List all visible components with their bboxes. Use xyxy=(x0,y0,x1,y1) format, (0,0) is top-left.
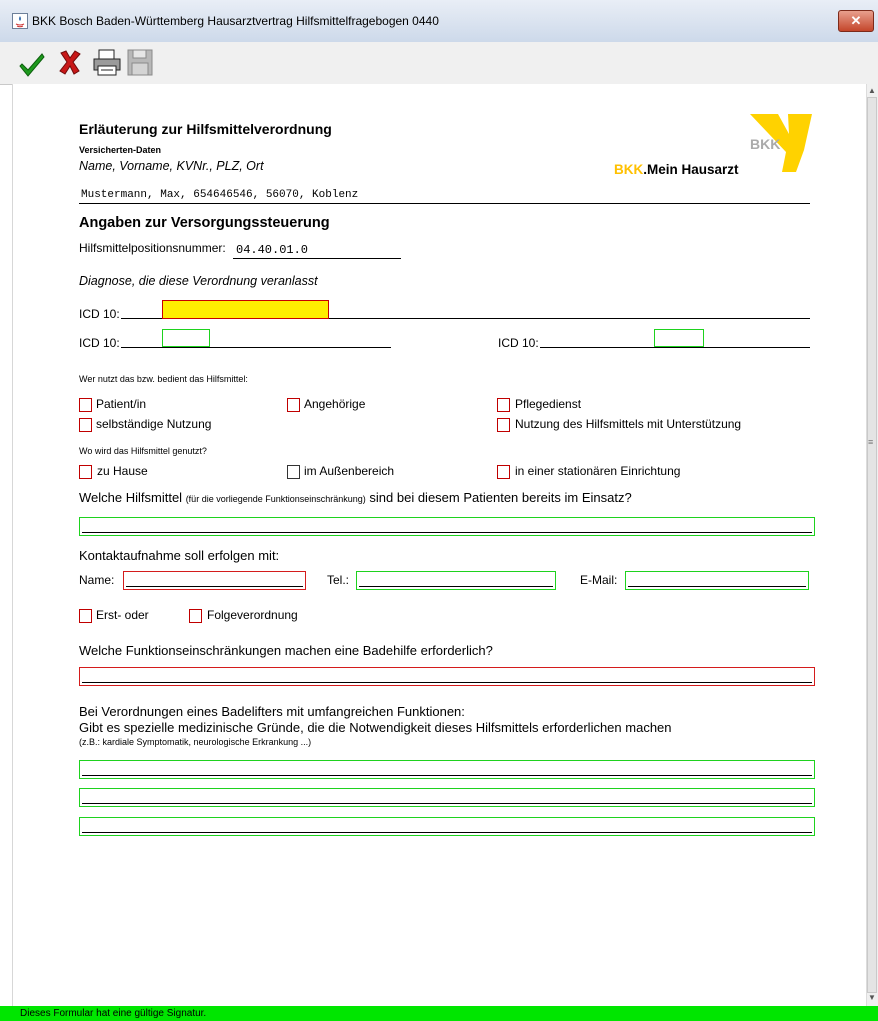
aids-question-part1: Welche Hilfsmittel xyxy=(79,490,186,505)
aids-in-use-question: Welche Hilfsmittel (für die vorliegende … xyxy=(79,490,632,505)
checkbox-first-prescription[interactable] xyxy=(79,609,92,623)
checkbox-patient-label: Patient/in xyxy=(96,397,147,411)
checkbox-follow-prescription-label: Folgeverordnung xyxy=(207,608,298,622)
position-number-line xyxy=(233,258,401,259)
aids-question-part3: sind bei diesem Patienten bereits im Ein… xyxy=(365,490,632,505)
printer-icon xyxy=(93,49,121,76)
diagnosis-label: Diagnose, die diese Verordnung veranlass… xyxy=(79,274,318,288)
window-title: BKK Bosch Baden-Württemberg Hausarztvert… xyxy=(32,14,439,28)
brand-prefix: BKK xyxy=(614,162,644,177)
checkbox-outdoor[interactable] xyxy=(287,465,300,479)
aids-in-use-field[interactable] xyxy=(79,517,815,536)
checkbox-at-home-label: zu Hause xyxy=(97,464,148,478)
brand-suffix: .Mein Hausarzt xyxy=(643,162,739,177)
icd-label-2: ICD 10: xyxy=(79,336,120,350)
scrollbar-grip-icon: ≡ xyxy=(868,437,874,447)
signature-status-text: Dieses Formular hat eine gültige Signatu… xyxy=(20,1008,207,1019)
medical-reasons-field-3[interactable] xyxy=(79,817,815,836)
checkbox-independent-use[interactable] xyxy=(79,418,92,432)
disk-icon xyxy=(127,49,153,76)
checkbox-relatives[interactable] xyxy=(287,398,300,412)
checkbox-supported-use[interactable] xyxy=(497,418,510,432)
function-limitations-question: Welche Funktionseinschränkungen machen e… xyxy=(79,643,493,658)
icd-line-2 xyxy=(121,347,391,348)
java-app-icon xyxy=(12,13,28,29)
contact-name-label: Name: xyxy=(79,573,115,587)
checkbox-nursing-service-label: Pflegedienst xyxy=(515,397,582,411)
contact-email-field[interactable] xyxy=(625,571,809,590)
bath-lifter-question: Gibt es spezielle medizinische Gründe, d… xyxy=(79,720,672,735)
bkk-logo-text: BKK xyxy=(750,136,781,152)
checkbox-follow-prescription[interactable] xyxy=(189,609,202,623)
contact-phone-field[interactable] xyxy=(356,571,556,590)
contact-name-field[interactable] xyxy=(123,571,306,590)
brand-name: BKK.Mein Hausarzt xyxy=(614,162,739,177)
insured-data-line xyxy=(79,203,810,204)
scrollbar-thumb[interactable] xyxy=(867,97,877,993)
scroll-up-arrow-icon[interactable]: ▲ xyxy=(868,86,876,95)
insured-data-value[interactable]: Mustermann, Max, 654646546, 56070, Koble… xyxy=(81,189,358,201)
position-number-label: Hilfsmittelpositionsnummer: xyxy=(79,241,226,255)
function-limitations-field[interactable] xyxy=(79,667,815,686)
medical-reasons-field-1[interactable] xyxy=(79,760,815,779)
contact-email-label: E-Mail: xyxy=(580,573,618,587)
medical-reasons-field-2[interactable] xyxy=(79,788,815,807)
contact-label: Kontaktaufnahme soll erfolgen mit: xyxy=(79,548,280,563)
bath-lifter-intro: Bei Verordnungen eines Badelifters mit u… xyxy=(79,704,465,719)
icd-line-3 xyxy=(540,347,810,348)
insured-data-label: Versicherten-Daten xyxy=(79,145,162,155)
checkbox-outdoor-label: im Außenbereich xyxy=(304,464,395,478)
checkbox-nursing-service[interactable] xyxy=(497,398,510,412)
form-title: Erläuterung zur Hilfsmittelverordnung xyxy=(79,121,332,137)
who-uses-label: Wer nutzt das bzw. bedient das Hilfsmitt… xyxy=(79,374,248,384)
confirm-button[interactable] xyxy=(18,46,46,78)
where-used-label: Wo wird das Hilfsmittel genutzt? xyxy=(79,446,207,456)
position-number-value[interactable]: 04.40.01.0 xyxy=(236,243,308,257)
checkbox-supported-use-label: Nutzung des Hilfsmittels mit Unterstützu… xyxy=(515,417,742,431)
section-title: Angaben zur Versorgungssteuerung xyxy=(79,215,330,231)
icd-label-3: ICD 10: xyxy=(498,336,539,350)
aids-question-part2: (für die vorliegende Funktionseinschränk… xyxy=(185,494,366,504)
checkbox-relatives-label: Angehörige xyxy=(304,397,366,411)
checkbox-inpatient-facility-label: in einer stationären Einrichtung xyxy=(515,464,681,478)
checkmark-icon xyxy=(19,53,45,77)
contact-phone-label: Tel.: xyxy=(327,573,350,587)
checkbox-inpatient-facility[interactable] xyxy=(497,465,510,479)
save-button[interactable] xyxy=(126,46,154,78)
checkbox-first-prescription-label: Erst- oder xyxy=(96,608,149,622)
bath-lifter-example: (z.B.: kardiale Symptomatik, neurologisc… xyxy=(79,737,312,747)
checkbox-at-home[interactable] xyxy=(79,465,92,479)
cancel-button[interactable] xyxy=(56,46,84,78)
window-titlebar: BKK Bosch Baden-Württemberg Hausarztvert… xyxy=(0,0,878,43)
icd-field-1[interactable] xyxy=(162,300,329,319)
insured-data-subtitle: Name, Vorname, KVNr., PLZ, Ort xyxy=(79,159,264,173)
checkbox-independent-use-label: selbständige Nutzung xyxy=(96,417,212,431)
checkbox-patient[interactable] xyxy=(79,398,92,412)
icd-field-3[interactable] xyxy=(654,329,704,347)
close-button[interactable]: ✕ xyxy=(838,10,874,32)
scroll-down-arrow-icon[interactable]: ▼ xyxy=(868,993,876,1002)
print-button[interactable] xyxy=(92,46,122,78)
icd-label-1: ICD 10: xyxy=(79,307,120,321)
x-icon xyxy=(59,50,81,75)
icd-field-2[interactable] xyxy=(162,329,210,347)
